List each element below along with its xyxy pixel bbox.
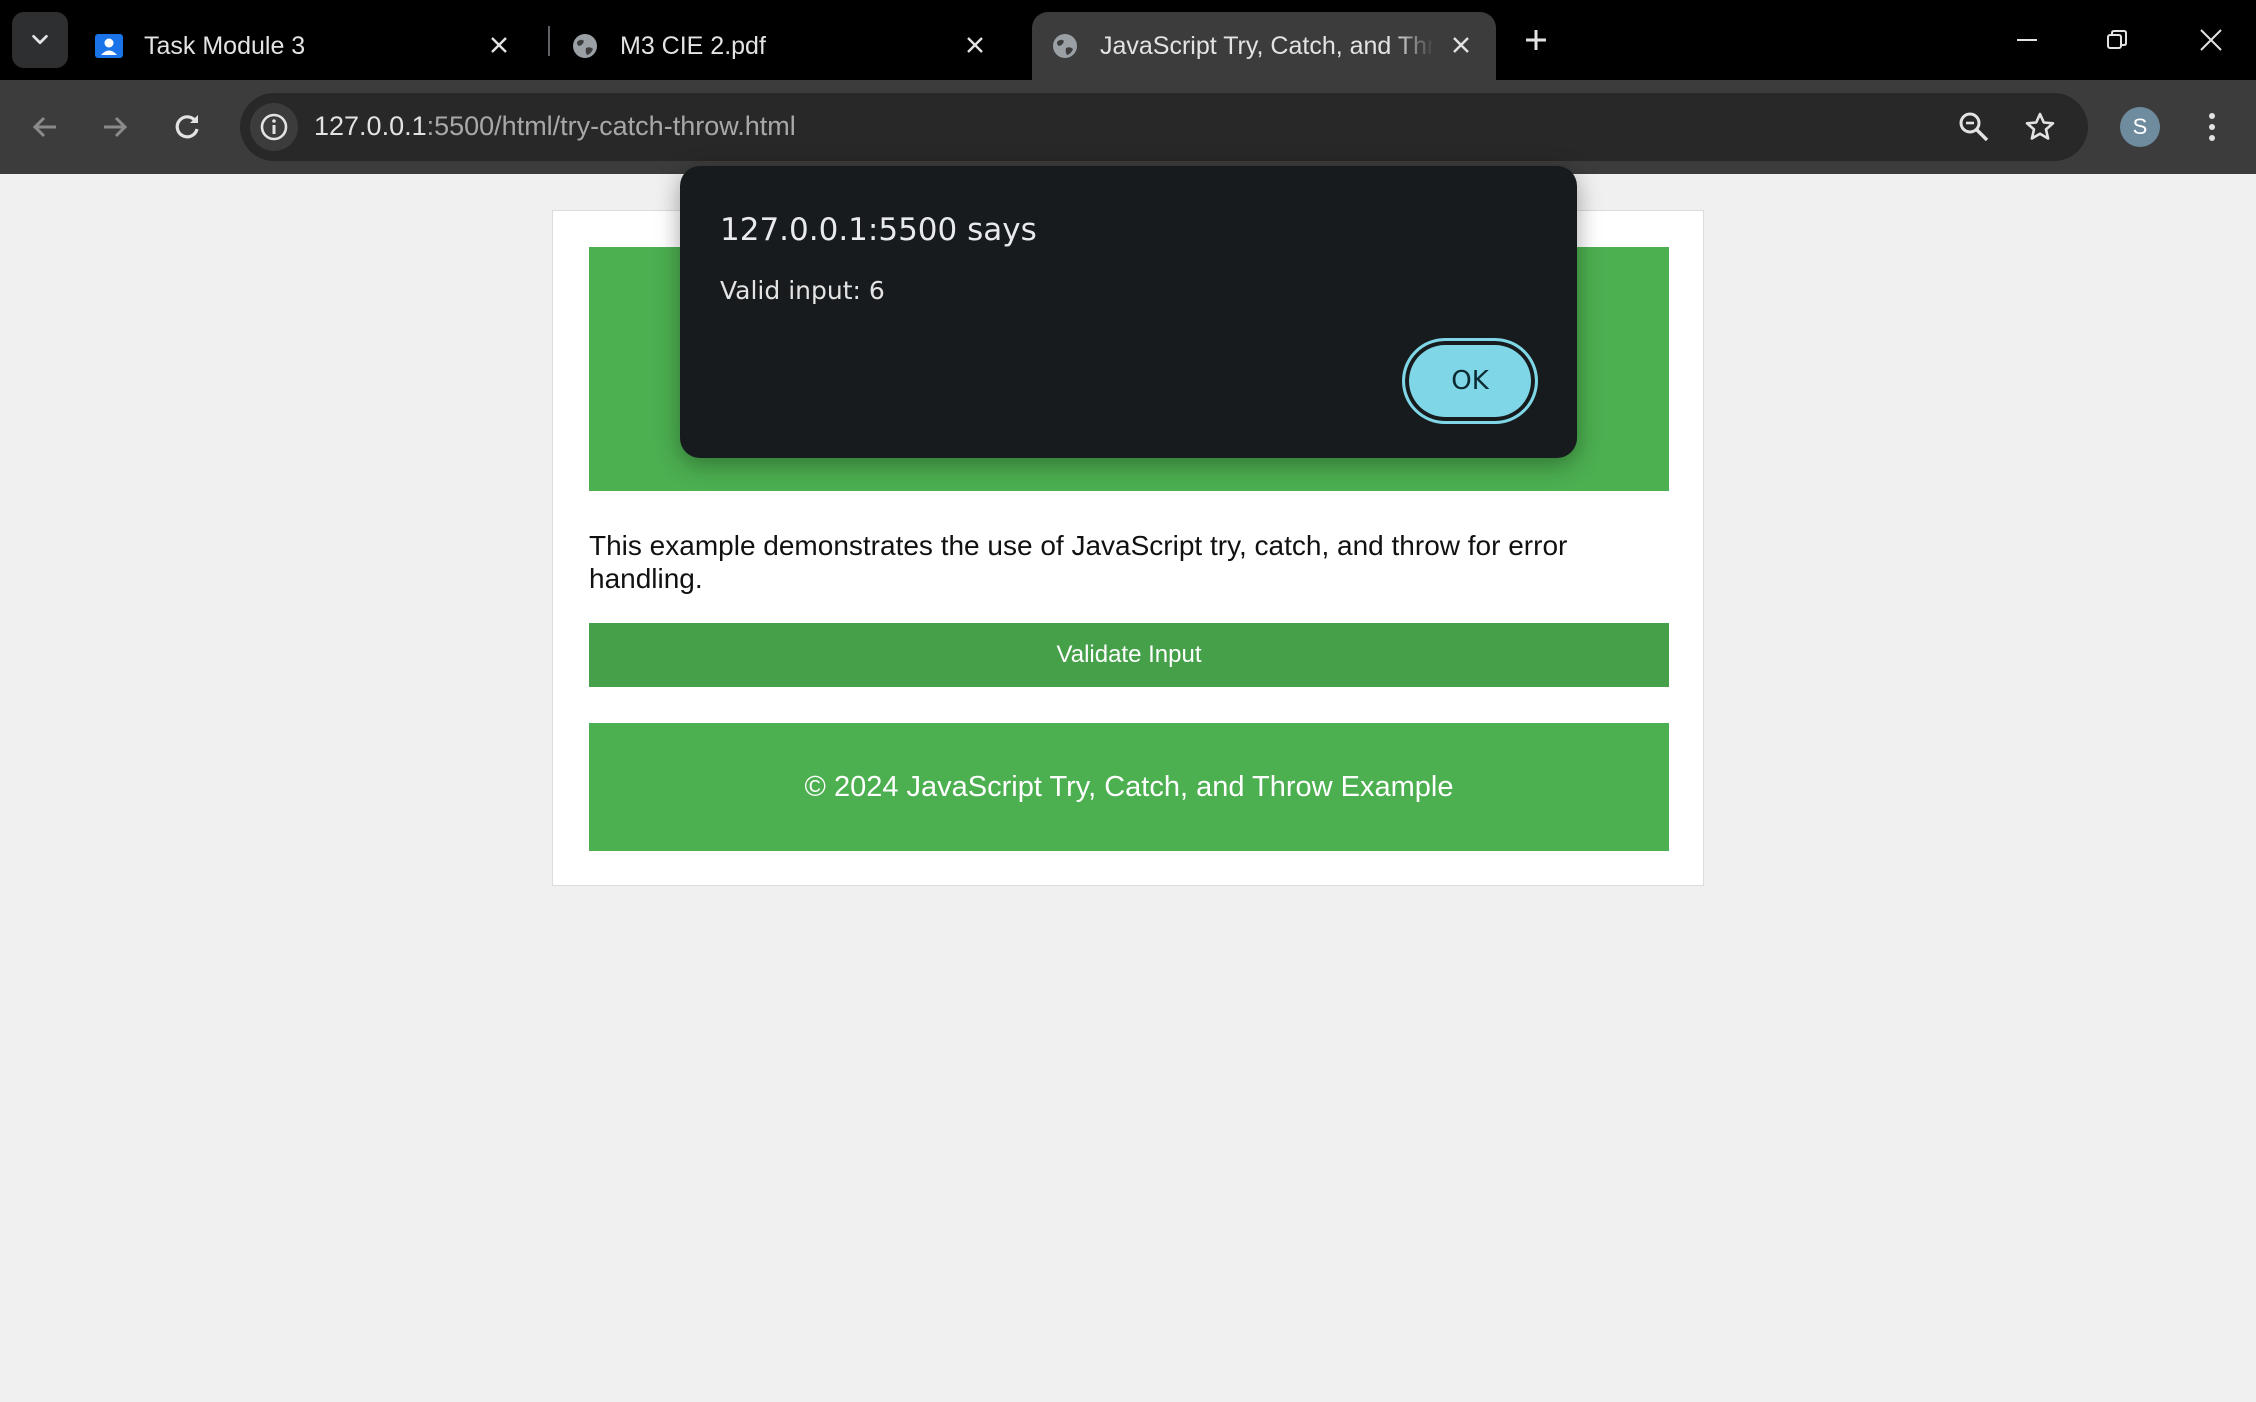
tab-search-button[interactable] bbox=[12, 12, 68, 68]
chevron-down-icon bbox=[32, 34, 48, 45]
profile-avatar[interactable]: S bbox=[2120, 107, 2160, 147]
minimize-icon bbox=[2017, 39, 2037, 41]
plus-icon bbox=[1526, 30, 1546, 50]
url-host: 127.0.0.1 bbox=[314, 111, 427, 141]
bookmark-button[interactable] bbox=[2018, 105, 2062, 149]
tab-strip: Task Module 3 M3 CIE 2.pdf JavaScript Tr… bbox=[0, 0, 2256, 80]
browser-menu-button[interactable] bbox=[2192, 102, 2232, 152]
more-vert-icon bbox=[2209, 113, 2215, 141]
back-arrow-icon bbox=[32, 116, 56, 138]
close-tab-icon[interactable] bbox=[1444, 28, 1478, 62]
close-window-button[interactable] bbox=[2176, 8, 2246, 72]
star-icon bbox=[2025, 112, 2055, 140]
globe-icon bbox=[570, 31, 600, 61]
tab-try-catch-throw[interactable]: JavaScript Try, Catch, and Throw Example bbox=[1032, 12, 1496, 80]
forward-button[interactable] bbox=[90, 102, 140, 152]
classroom-icon bbox=[94, 31, 124, 61]
back-button[interactable] bbox=[20, 102, 70, 152]
close-tab-icon[interactable] bbox=[958, 28, 992, 62]
reload-icon bbox=[175, 115, 199, 139]
browser-toolbar: 127.0.0.1:5500/html/try-catch-throw.html… bbox=[0, 80, 2256, 174]
zoom-button[interactable] bbox=[1952, 105, 1996, 149]
restore-button[interactable] bbox=[2082, 8, 2152, 72]
restore-icon bbox=[2107, 30, 2127, 49]
close-tab-icon[interactable] bbox=[482, 28, 516, 62]
address-bar[interactable]: 127.0.0.1:5500/html/try-catch-throw.html bbox=[240, 93, 2088, 161]
info-icon bbox=[260, 113, 288, 141]
close-icon bbox=[2200, 29, 2222, 51]
new-tab-button[interactable] bbox=[1514, 18, 1558, 62]
page-description: This example demonstrates the use of Jav… bbox=[589, 530, 1568, 594]
tab-divider bbox=[548, 26, 550, 56]
tab-title: JavaScript Try, Catch, and Throw Example bbox=[1100, 31, 1434, 60]
site-info-button[interactable] bbox=[250, 103, 298, 151]
url-text[interactable]: 127.0.0.1:5500/html/try-catch-throw.html bbox=[314, 111, 796, 142]
alert-dialog: 127.0.0.1:5500 says Valid input: 6 OK bbox=[680, 166, 1577, 458]
zoom-icon bbox=[1959, 112, 1989, 142]
validate-input-button[interactable]: Validate Input bbox=[589, 623, 1669, 687]
tab-title: Task Module 3 bbox=[144, 31, 306, 60]
globe-icon bbox=[1050, 31, 1080, 61]
minimize-button[interactable] bbox=[1992, 8, 2062, 72]
reload-button[interactable] bbox=[162, 102, 212, 152]
page-footer: © 2024 JavaScript Try, Catch, and Throw … bbox=[589, 723, 1669, 851]
tab-title: M3 CIE 2.pdf bbox=[620, 31, 766, 60]
forward-arrow-icon bbox=[104, 116, 128, 138]
url-path: :5500/html/try-catch-throw.html bbox=[426, 111, 796, 141]
alert-title: 127.0.0.1:5500 says bbox=[720, 212, 1037, 248]
alert-message: Valid input: 6 bbox=[720, 276, 885, 305]
ok-button[interactable]: OK bbox=[1402, 338, 1538, 424]
tab-task-module[interactable]: Task Module 3 bbox=[94, 12, 534, 80]
tab-m3-cie-pdf[interactable]: M3 CIE 2.pdf bbox=[570, 12, 1010, 80]
